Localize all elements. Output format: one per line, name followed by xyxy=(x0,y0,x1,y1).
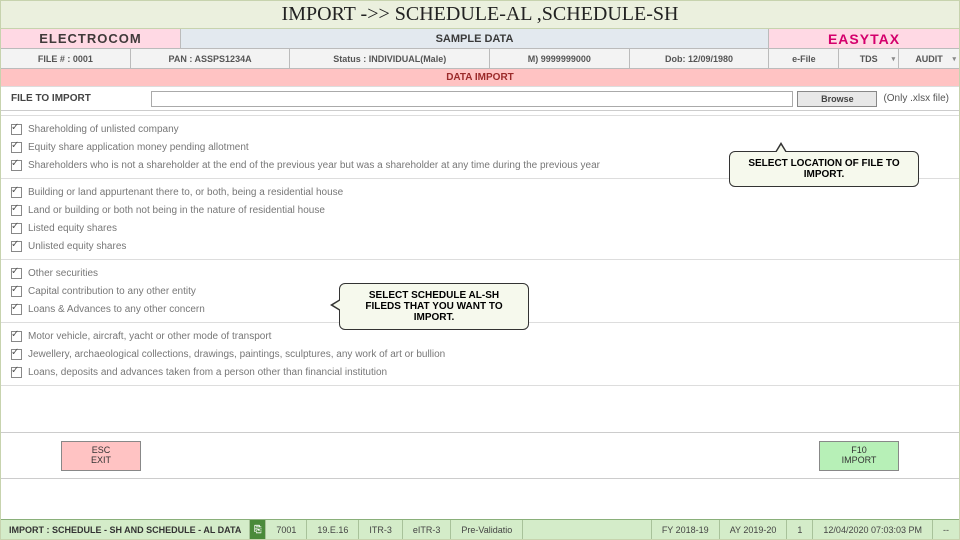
callout-fields: SELECT SCHEDULE AL-SH FILEDS THAT YOU WA… xyxy=(339,283,529,330)
list-item[interactable]: Jewellery, archaeological collections, d… xyxy=(11,345,949,363)
browse-button[interactable]: Browse xyxy=(797,91,877,107)
file-import-row: FILE TO IMPORT Browse (Only .xlsx file) xyxy=(1,87,959,111)
brand-bar: ELECTROCOM SAMPLE DATA EASYTAX xyxy=(1,29,959,49)
brand-mid: SAMPLE DATA xyxy=(181,29,769,48)
section-header-data-import: DATA IMPORT xyxy=(1,69,959,87)
file-import-label: FILE TO IMPORT xyxy=(11,93,151,104)
list-item[interactable]: Other securities xyxy=(11,264,949,282)
status-cell: 7001 xyxy=(265,520,306,539)
status-cell: FY 2018-19 xyxy=(651,520,719,539)
audit-cell[interactable]: AUDIT▾ xyxy=(899,49,959,68)
checkbox-icon[interactable] xyxy=(11,241,22,252)
checkbox-icon[interactable] xyxy=(11,142,22,153)
status-icon: ⎘ xyxy=(249,520,265,539)
pan-cell: PAN : ASSPS1234A xyxy=(131,49,291,68)
file-number-cell: FILE # : 0001 xyxy=(1,49,131,68)
checkbox-icon[interactable] xyxy=(11,304,22,315)
checkbox-icon[interactable] xyxy=(11,187,22,198)
status-cell: Pre-Validatio xyxy=(450,520,522,539)
dob-cell: Dob: 12/09/1980 xyxy=(630,49,770,68)
checkbox-icon[interactable] xyxy=(11,268,22,279)
list-item[interactable]: Loans, deposits and advances taken from … xyxy=(11,363,949,381)
action-button-row: ESC EXIT F10 IMPORT xyxy=(1,433,959,479)
status-cell: -- xyxy=(932,520,959,539)
mobile-cell: M) 9999999000 xyxy=(490,49,630,68)
status-cell: AY 2019-20 xyxy=(719,520,787,539)
status-cell: eITR-3 xyxy=(402,520,451,539)
checkbox-icon[interactable] xyxy=(11,205,22,216)
list-item[interactable]: Listed equity shares xyxy=(11,219,949,237)
file-path-input[interactable] xyxy=(151,91,793,107)
list-item[interactable]: Shareholding of unlisted company xyxy=(11,120,949,138)
callout-browse: SELECT LOCATION OF FILE TO IMPORT. xyxy=(729,151,919,187)
f10-import-button[interactable]: F10 IMPORT xyxy=(819,441,899,471)
checkbox-icon[interactable] xyxy=(11,286,22,297)
tds-cell[interactable]: TDS▾ xyxy=(839,49,899,68)
status-cell: 1 xyxy=(786,520,812,539)
status-timestamp: 12/04/2020 07:03:03 PM xyxy=(812,520,932,539)
checkbox-icon[interactable] xyxy=(11,349,22,360)
page-title: IMPORT ->> SCHEDULE-AL ,SCHEDULE-SH xyxy=(1,1,959,29)
esc-exit-button[interactable]: ESC EXIT xyxy=(61,441,141,471)
chevron-down-icon: ▾ xyxy=(952,55,956,63)
checkbox-icon[interactable] xyxy=(11,331,22,342)
checkbox-icon[interactable] xyxy=(11,367,22,378)
efile-cell[interactable]: e-File xyxy=(769,49,839,68)
checkbox-icon[interactable] xyxy=(11,223,22,234)
checkbox-icon[interactable] xyxy=(11,124,22,135)
file-hint: (Only .xlsx file) xyxy=(883,93,949,104)
checkbox-icon[interactable] xyxy=(11,160,22,171)
info-bar: FILE # : 0001 PAN : ASSPS1234A Status : … xyxy=(1,49,959,69)
status-title: IMPORT : SCHEDULE - SH AND SCHEDULE - AL… xyxy=(1,525,249,535)
list-item[interactable]: Unlisted equity shares xyxy=(11,237,949,255)
status-cell: 19.E.16 xyxy=(306,520,358,539)
status-cell: Status : INDIVIDUAL(Male) xyxy=(290,49,490,68)
status-cell: ITR-3 xyxy=(358,520,402,539)
brand-left: ELECTROCOM xyxy=(1,29,181,48)
brand-right: EASYTAX xyxy=(769,29,959,48)
list-item[interactable]: Land or building or both not being in th… xyxy=(11,201,949,219)
chevron-down-icon: ▾ xyxy=(892,55,896,63)
status-bar: IMPORT : SCHEDULE - SH AND SCHEDULE - AL… xyxy=(1,519,959,539)
